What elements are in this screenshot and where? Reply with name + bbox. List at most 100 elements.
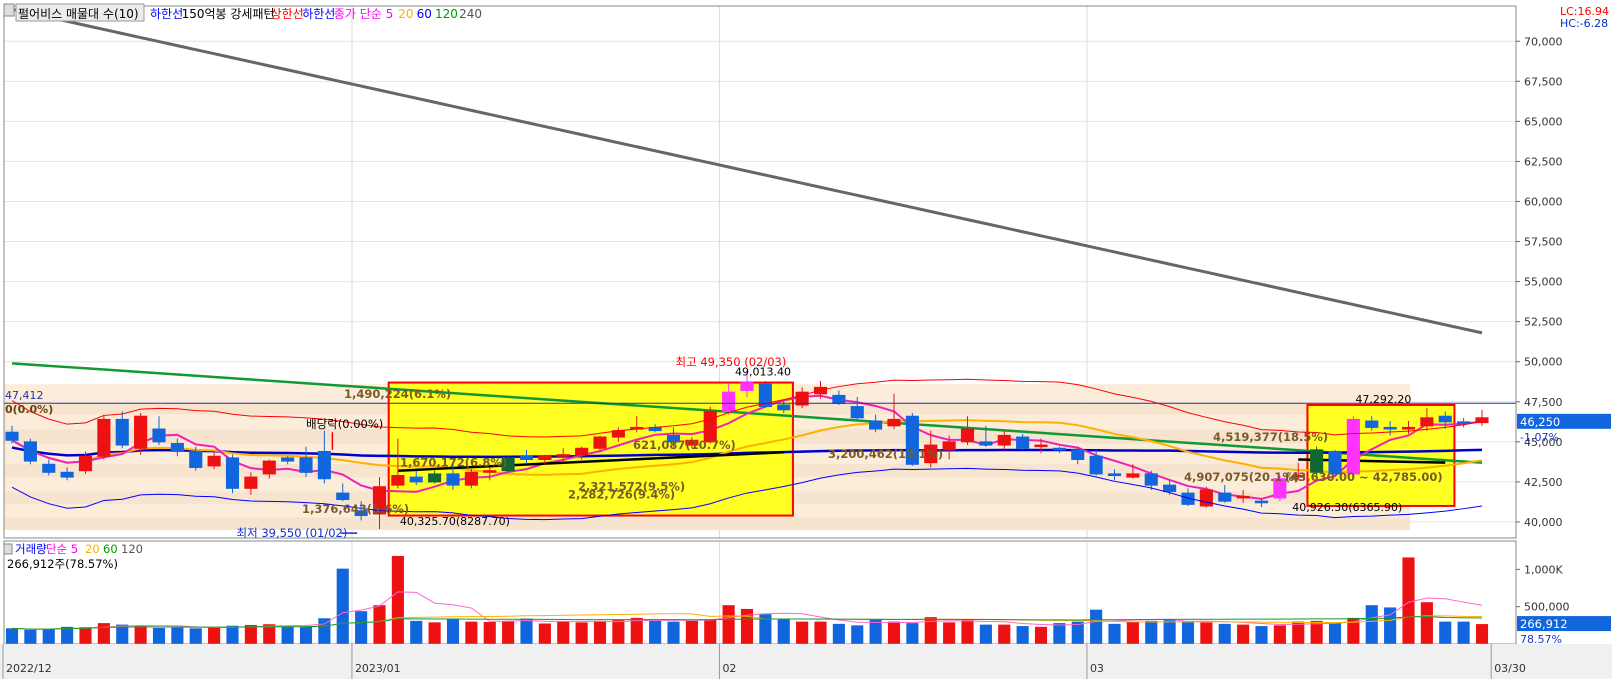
date-label: 03/30 [1494,662,1526,675]
vp-label: 1,490,224(6.1%) [344,387,451,401]
volume-bar [704,619,717,644]
candle-body [593,436,607,449]
candle-body [519,455,534,460]
volume-bar [869,619,882,644]
volume-bar [1439,621,1452,644]
candle-body [299,457,313,473]
volume-profile-band [4,517,1411,530]
volume-bar [722,605,735,644]
candle-body [887,418,901,427]
stock-chart[interactable]: 47,412 0(0.0%) 최고 49,350 (02/03) 최저 39,550 … [0,0,1612,679]
volume-bar [887,621,901,644]
candle-body [1089,455,1103,475]
volume-legend-item: 20 [85,542,100,556]
candle-body [1144,473,1158,486]
candle-body [152,428,166,443]
vp-label: 621,087(10.7%) [633,438,736,452]
candle-body [1071,449,1085,460]
candle-body [336,492,350,501]
price-tick-label: 52,500 [1524,316,1563,329]
volume-bar [208,627,221,644]
candle-body [1163,484,1177,493]
candle-body [134,415,148,449]
candle-body [575,447,589,456]
volume-bar [685,620,698,644]
low-label: 최저 39,550 (01/02) [237,526,348,540]
volume-bar [152,627,166,644]
volume-bar [575,622,588,644]
candle-body [189,450,203,468]
volume-bar [538,623,551,644]
candle-body [207,455,221,467]
candle-body [556,454,570,457]
volume-tick-label: 500,000 [1524,601,1570,614]
price-tick-label: 60,000 [1524,195,1563,208]
volume-bar [998,624,1011,644]
dividend-label: 배당락(0.00%) [306,417,383,431]
candle-body [317,450,331,480]
price-tick-label: 55,000 [1524,276,1563,289]
candle-body [960,428,975,443]
candle-body [777,404,791,411]
vp-label: 4,519,377(18.5%) [1213,430,1328,444]
price-tick-label: 62,500 [1524,155,1563,168]
volume-bar [1237,624,1250,644]
volume-bar [777,618,790,644]
volume-bar [134,625,147,644]
volume-bar [1126,621,1139,644]
volume-legend-toggle-icon[interactable] [3,543,13,555]
vp-label: 1,376,643(5.6%) [302,502,409,516]
price-tick-label: 47,500 [1524,396,1563,409]
candle-body [1438,415,1452,423]
box2-top-label: 47,292.20 [1355,393,1411,406]
legend-item: 하한선 [302,7,335,21]
volume-bar [906,623,919,644]
volume-bar [171,627,184,644]
candle-body [1365,420,1379,428]
candle-body [997,434,1011,446]
volume-bar [79,627,92,644]
volume-bar [814,621,827,644]
candle-body [1107,473,1122,477]
candle-body [483,470,497,473]
volume-bar [61,626,74,644]
volume-bar [593,620,607,644]
candle-body [428,473,442,483]
date-axis-bar [0,644,1612,679]
vp-label: 4,907,075(20.1%) [1184,470,1299,484]
legend-item: 120 [435,7,458,21]
legend-item: 20 [398,7,413,21]
candle-body [1126,473,1140,478]
candle-body [5,431,19,441]
price-tick-label: 42,500 [1524,476,1563,489]
volume-bar [1457,621,1470,644]
volume-bar [1034,626,1048,644]
volume-bar [24,629,37,644]
legend-toggle-icon[interactable] [3,3,15,17]
chart-svg[interactable]: 47,4120(0.0%)최고 49,350 (02/03)최저 39,550 … [0,0,1612,679]
volume-bar [428,622,441,644]
candle-body [1401,426,1416,430]
current-change-label: -1.07% [1520,431,1559,444]
volume-bar [465,621,478,644]
price-tick-label: 57,500 [1524,236,1563,249]
date-label: 2023/01 [355,662,401,675]
candle-body [60,471,74,478]
volume-legend-item: 120 [121,542,143,556]
volume-bar [1328,623,1342,644]
volume-bar [1163,620,1176,644]
volume-bar [1475,624,1489,644]
candle-body [1034,444,1048,448]
volume-bar [5,628,19,644]
volume-bar [740,608,754,644]
vp-label: 2,282,726(9.4%) [568,488,675,502]
candle-body [1254,500,1269,504]
candle-body [869,420,883,430]
volume-bar [961,620,974,644]
candle-body [446,473,460,486]
candle-body [225,457,240,489]
volume-bar [612,620,625,644]
volume-legend-item: 단순 5 [46,542,78,556]
box1-top-label: 49,013.40 [735,366,791,379]
volume-bar [1292,621,1305,644]
